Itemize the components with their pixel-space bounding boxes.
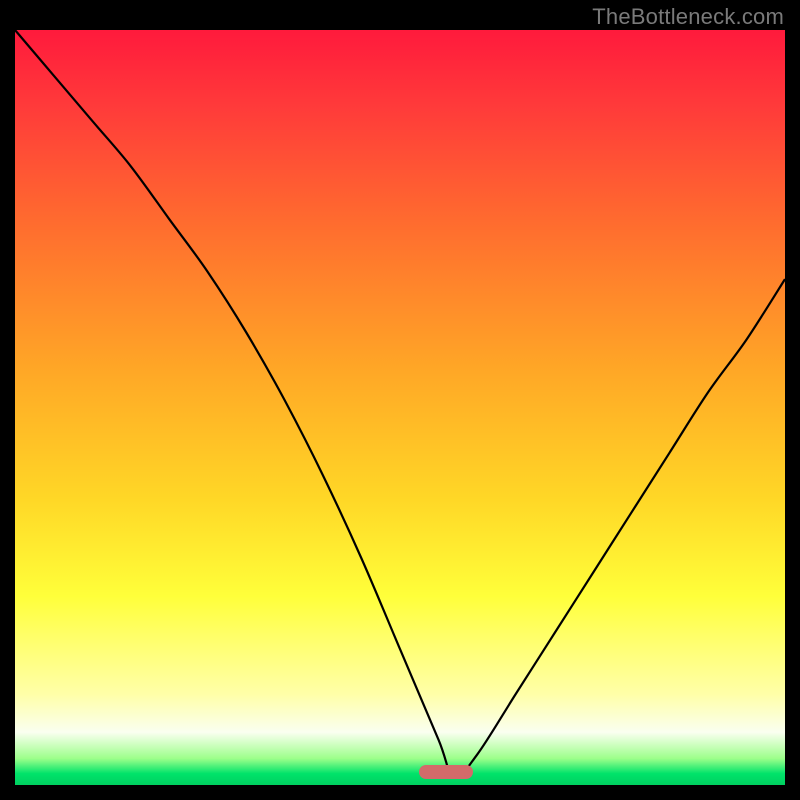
curve-path xyxy=(15,30,785,778)
bottleneck-curve xyxy=(15,30,785,785)
chart-frame: TheBottleneck.com xyxy=(0,0,800,800)
plot-area xyxy=(15,30,785,785)
optimal-range-marker xyxy=(419,765,473,779)
watermark-text: TheBottleneck.com xyxy=(592,4,784,30)
